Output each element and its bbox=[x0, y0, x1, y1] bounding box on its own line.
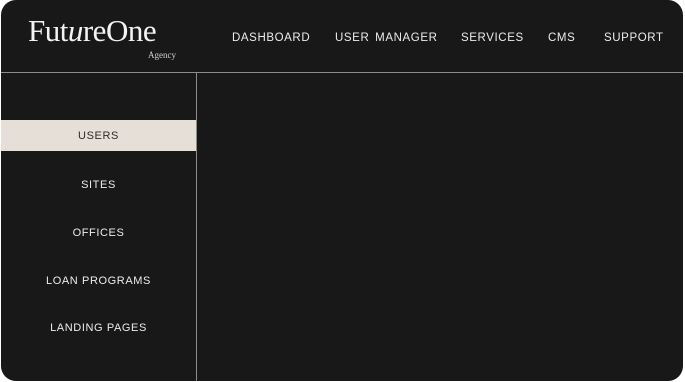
sidebar: USERS SITES OFFICES LOAN PROGRAMS LANDIN… bbox=[1, 73, 197, 381]
app-window: FutureOne Agency DASHBOARD USER MANAGER … bbox=[1, 0, 683, 381]
sidebar-item-landing-pages[interactable]: LANDING PAGES bbox=[1, 312, 196, 343]
main-content-area bbox=[197, 73, 683, 381]
sidebar-item-offices[interactable]: OFFICES bbox=[1, 217, 196, 248]
sidebar-item-label: LOAN PROGRAMS bbox=[46, 274, 151, 287]
brand-wordmark: FutureOne bbox=[28, 13, 157, 48]
nav-item-dashboard[interactable]: DASHBOARD bbox=[232, 32, 310, 44]
sidebar-item-label: USERS bbox=[78, 129, 119, 142]
brand-logo[interactable]: FutureOne Agency bbox=[28, 15, 178, 65]
nav-item-services[interactable]: SERVICES bbox=[461, 32, 524, 44]
sidebar-item-label: LANDING PAGES bbox=[50, 321, 147, 334]
brand-tagline: Agency bbox=[148, 50, 176, 60]
sidebar-item-label: SITES bbox=[81, 178, 116, 191]
sidebar-item-sites[interactable]: SITES bbox=[1, 169, 196, 200]
nav-item-cms[interactable]: CMS bbox=[548, 32, 575, 44]
nav-item-user-manager[interactable]: USER MANAGER bbox=[335, 32, 438, 44]
sidebar-item-label: OFFICES bbox=[72, 226, 125, 239]
sidebar-item-users[interactable]: USERS bbox=[1, 120, 196, 151]
top-header: FutureOne Agency DASHBOARD USER MANAGER … bbox=[1, 0, 683, 73]
sidebar-item-loan-programs[interactable]: LOAN PROGRAMS bbox=[1, 265, 196, 296]
nav-item-support[interactable]: SUPPORT bbox=[604, 32, 664, 44]
